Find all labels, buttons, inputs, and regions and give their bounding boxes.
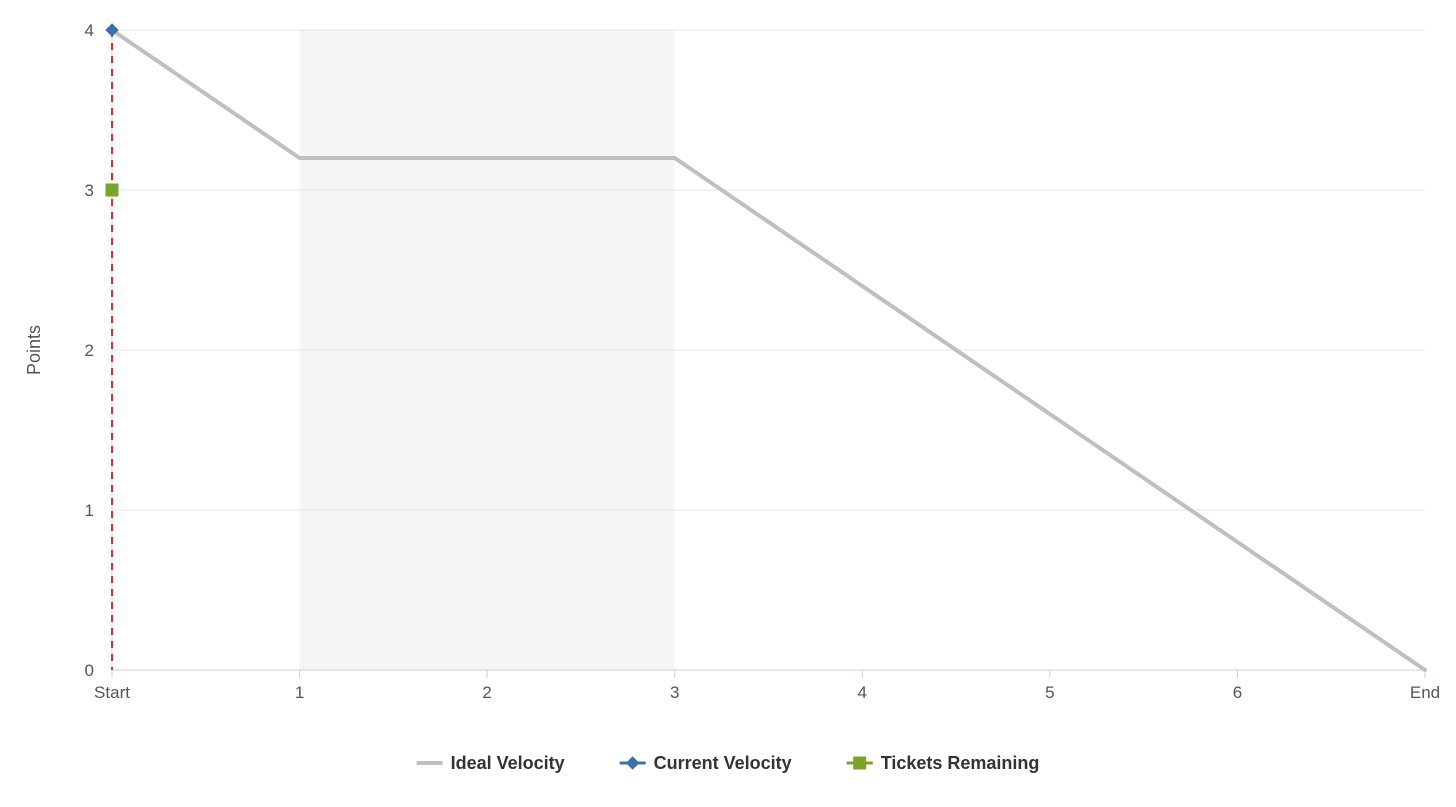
y-axis-title: Points — [24, 325, 44, 375]
x-tick-label: End — [1410, 683, 1440, 702]
y-tick-label: 0 — [85, 661, 94, 680]
x-tick-label: 2 — [482, 683, 491, 702]
y-tick-label: 1 — [85, 501, 94, 520]
x-tick-label: 1 — [295, 683, 304, 702]
legend-square-icon — [854, 757, 866, 769]
y-tick-label: 3 — [85, 181, 94, 200]
legend-item-tickets-remaining[interactable]: Tickets Remaining — [847, 753, 1040, 773]
chart-svg: 0 1 2 3 4 Start 1 2 3 4 5 6 End Points Ideal Velocity C… — [0, 0, 1456, 807]
x-tick-label: 6 — [1233, 683, 1242, 702]
x-tick-label: 3 — [670, 683, 679, 702]
legend-label: Ideal Velocity — [451, 753, 565, 773]
legend-item-current-velocity[interactable]: Current Velocity — [620, 753, 792, 773]
x-tick-label: 4 — [858, 683, 867, 702]
legend-label: Current Velocity — [654, 753, 792, 773]
y-tick-label: 4 — [85, 21, 94, 40]
legend-item-ideal-velocity[interactable]: Ideal Velocity — [417, 753, 565, 773]
x-tick-label: 5 — [1045, 683, 1054, 702]
legend-label: Tickets Remaining — [881, 753, 1040, 773]
x-tick-label: Start — [94, 683, 130, 702]
point-tickets-remaining[interactable] — [106, 184, 118, 196]
burndown-chart: 0 1 2 3 4 Start 1 2 3 4 5 6 End Points Ideal Velocity C… — [0, 0, 1456, 807]
legend-diamond-icon — [627, 757, 639, 769]
y-tick-label: 2 — [85, 341, 94, 360]
